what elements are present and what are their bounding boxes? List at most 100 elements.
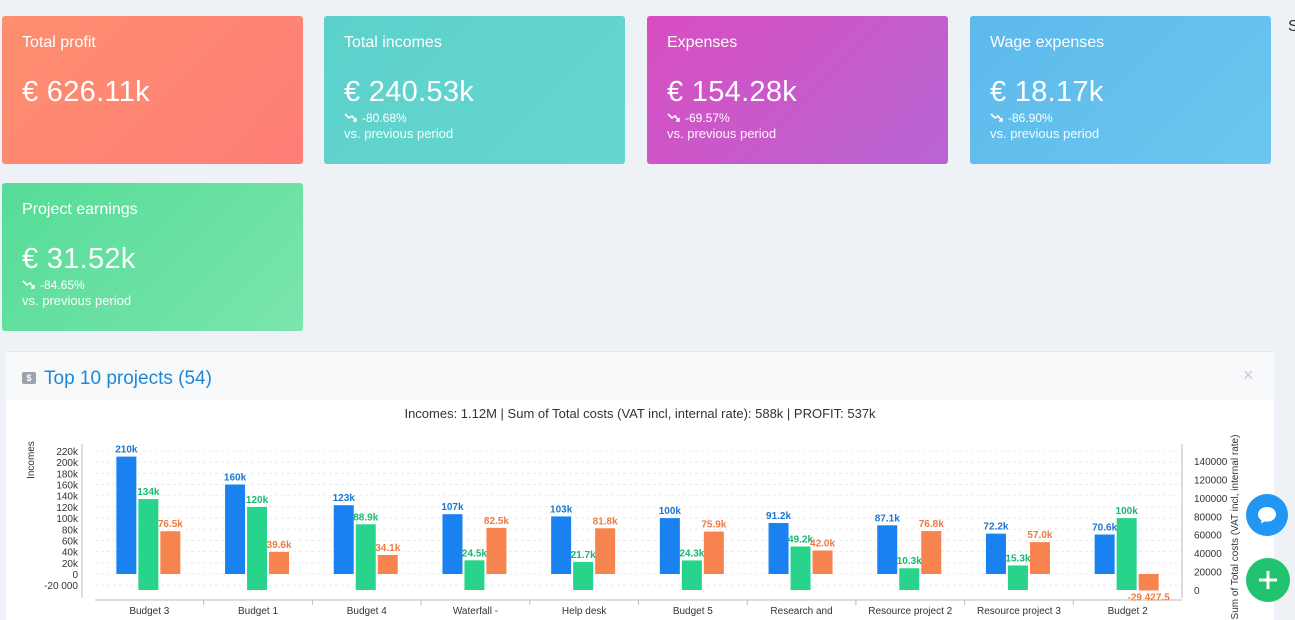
kpi-change-value: -84.65% bbox=[40, 278, 85, 292]
x-tick-label: Research and bbox=[770, 606, 832, 617]
bar-costs bbox=[464, 560, 485, 590]
data-label: 76.8k bbox=[919, 519, 944, 530]
data-label: 70.6k bbox=[1092, 523, 1117, 534]
kpi-change: -80.68% bbox=[344, 111, 605, 125]
data-label: 24.5k bbox=[462, 548, 487, 559]
bar-incomes bbox=[1094, 534, 1115, 574]
y-tick-label: -20 000 bbox=[44, 581, 78, 592]
cut-off-text: S bbox=[1288, 18, 1295, 35]
bar-costs bbox=[355, 524, 376, 590]
data-label: 34.1k bbox=[375, 543, 400, 554]
kpi-card-total-profit[interactable]: Total profit € 626.11k bbox=[2, 16, 303, 164]
data-label: 15.3k bbox=[1005, 553, 1030, 564]
kpi-title: Total profit bbox=[22, 34, 96, 51]
y-tick-label: 120k bbox=[56, 503, 79, 514]
bar-costs bbox=[1007, 565, 1028, 590]
kpi-note: vs. previous period bbox=[344, 126, 454, 141]
bar-costs bbox=[573, 561, 594, 590]
kpi-card-project-earnings[interactable]: Project earnings € 31.52k -84.65% vs. pr… bbox=[2, 183, 303, 331]
y-tick-label: 200k bbox=[56, 458, 79, 469]
bar-incomes bbox=[333, 505, 354, 574]
trend-down-icon bbox=[990, 113, 1003, 122]
y-tick-label: 140k bbox=[56, 492, 79, 503]
x-tick-label: Waterfall - bbox=[453, 606, 498, 617]
plus-icon bbox=[1259, 571, 1277, 589]
data-label: 76.5k bbox=[158, 519, 183, 530]
y-axis-label: Incomes bbox=[26, 441, 37, 479]
data-label: 57.0k bbox=[1027, 530, 1052, 541]
kpi-card-total-incomes[interactable]: Total incomes € 240.53k -80.68% vs. prev… bbox=[324, 16, 625, 164]
top-projects-chart: Incomes: 1.12M | Sum of Total costs (VAT… bbox=[26, 406, 1241, 620]
data-label: 100k bbox=[1116, 506, 1139, 517]
data-label: 91.2k bbox=[766, 511, 791, 522]
kpi-change: -86.90% bbox=[990, 111, 1251, 125]
kpi-change-value: -86.90% bbox=[1008, 111, 1053, 125]
bar-incomes bbox=[116, 456, 137, 574]
bar-costs bbox=[899, 568, 920, 590]
x-tick-label: Resource project 2 bbox=[868, 606, 952, 617]
bar-costs bbox=[247, 506, 268, 590]
data-label: 75.9k bbox=[701, 520, 726, 531]
y2-axis-label: Sum of Total costs (VAT incl, internal r… bbox=[1230, 435, 1241, 620]
y2-tick-label: 0 bbox=[1194, 586, 1200, 597]
data-label: 42.0k bbox=[810, 539, 835, 550]
kpi-note: vs. previous period bbox=[990, 126, 1100, 141]
data-label: 100k bbox=[659, 506, 682, 517]
data-label: 21.7k bbox=[571, 550, 596, 561]
bar-profit bbox=[1138, 574, 1159, 591]
y2-tick-label: 120000 bbox=[1194, 475, 1228, 486]
bar-incomes bbox=[551, 516, 572, 574]
y-tick-label: 160k bbox=[56, 481, 79, 492]
data-label: 134k bbox=[137, 487, 160, 498]
bar-profit bbox=[921, 531, 942, 574]
y-tick-label: 100k bbox=[56, 514, 79, 525]
top-projects-panel: $ Top 10 projects (54) × Incomes: 1.12M … bbox=[6, 351, 1274, 620]
chat-button[interactable] bbox=[1246, 494, 1288, 536]
x-tick-label: Help desk bbox=[562, 606, 607, 617]
y2-tick-label: 40000 bbox=[1194, 549, 1222, 560]
chart-title: Incomes: 1.12M | Sum of Total costs (VAT… bbox=[404, 406, 876, 421]
y-tick-label: 80k bbox=[62, 525, 79, 536]
bar-incomes bbox=[659, 518, 680, 574]
data-label: 39.6k bbox=[267, 540, 292, 551]
bar-incomes bbox=[442, 514, 463, 574]
data-label: 82.5k bbox=[484, 516, 509, 527]
kpi-title: Expenses bbox=[667, 34, 738, 51]
y2-tick-label: 20000 bbox=[1194, 568, 1222, 579]
add-button[interactable] bbox=[1246, 558, 1290, 602]
bar-profit bbox=[595, 528, 616, 574]
kpi-note: vs. previous period bbox=[22, 293, 132, 308]
data-label: 10.3k bbox=[897, 556, 922, 567]
bar-profit bbox=[1029, 542, 1050, 574]
kpi-change-value: -80.68% bbox=[362, 111, 407, 125]
data-label: -29 427.5 bbox=[1128, 592, 1171, 603]
x-tick-label: Resource project 3 bbox=[977, 606, 1061, 617]
y2-tick-label: 100000 bbox=[1194, 494, 1228, 505]
data-label: 107k bbox=[441, 502, 464, 513]
kpi-card-wage-expenses[interactable]: Wage expenses € 18.17k -86.90% vs. previ… bbox=[970, 16, 1271, 164]
chat-bubble-icon bbox=[1258, 507, 1276, 524]
y-tick-label: 180k bbox=[56, 469, 79, 480]
data-label: 88.9k bbox=[353, 512, 378, 523]
data-label: 120k bbox=[246, 495, 269, 506]
bar-profit bbox=[160, 531, 181, 574]
kpi-change: -84.65% bbox=[22, 278, 283, 292]
kpi-card-expenses[interactable]: Expenses € 154.28k -69.57% vs. previous … bbox=[647, 16, 948, 164]
bar-profit bbox=[703, 531, 724, 574]
bar-costs bbox=[790, 546, 811, 590]
kpi-value: € 31.52k bbox=[22, 243, 136, 275]
kpi-value: € 18.17k bbox=[990, 76, 1104, 108]
kpi-change: -69.57% bbox=[667, 111, 928, 125]
bar-costs bbox=[138, 499, 159, 590]
x-tick-label: Budget 2 bbox=[1108, 606, 1148, 617]
kpi-value: € 154.28k bbox=[667, 76, 798, 108]
kpi-value: € 240.53k bbox=[344, 76, 475, 108]
bar-profit bbox=[812, 550, 833, 574]
y-tick-label: 60k bbox=[62, 536, 79, 547]
bar-profit bbox=[486, 527, 507, 574]
kpi-change-value: -69.57% bbox=[685, 111, 730, 125]
trend-down-icon bbox=[667, 113, 680, 122]
y-tick-label: 40k bbox=[62, 548, 79, 559]
data-label: 72.2k bbox=[983, 522, 1008, 533]
kpi-value: € 626.11k bbox=[22, 76, 150, 108]
